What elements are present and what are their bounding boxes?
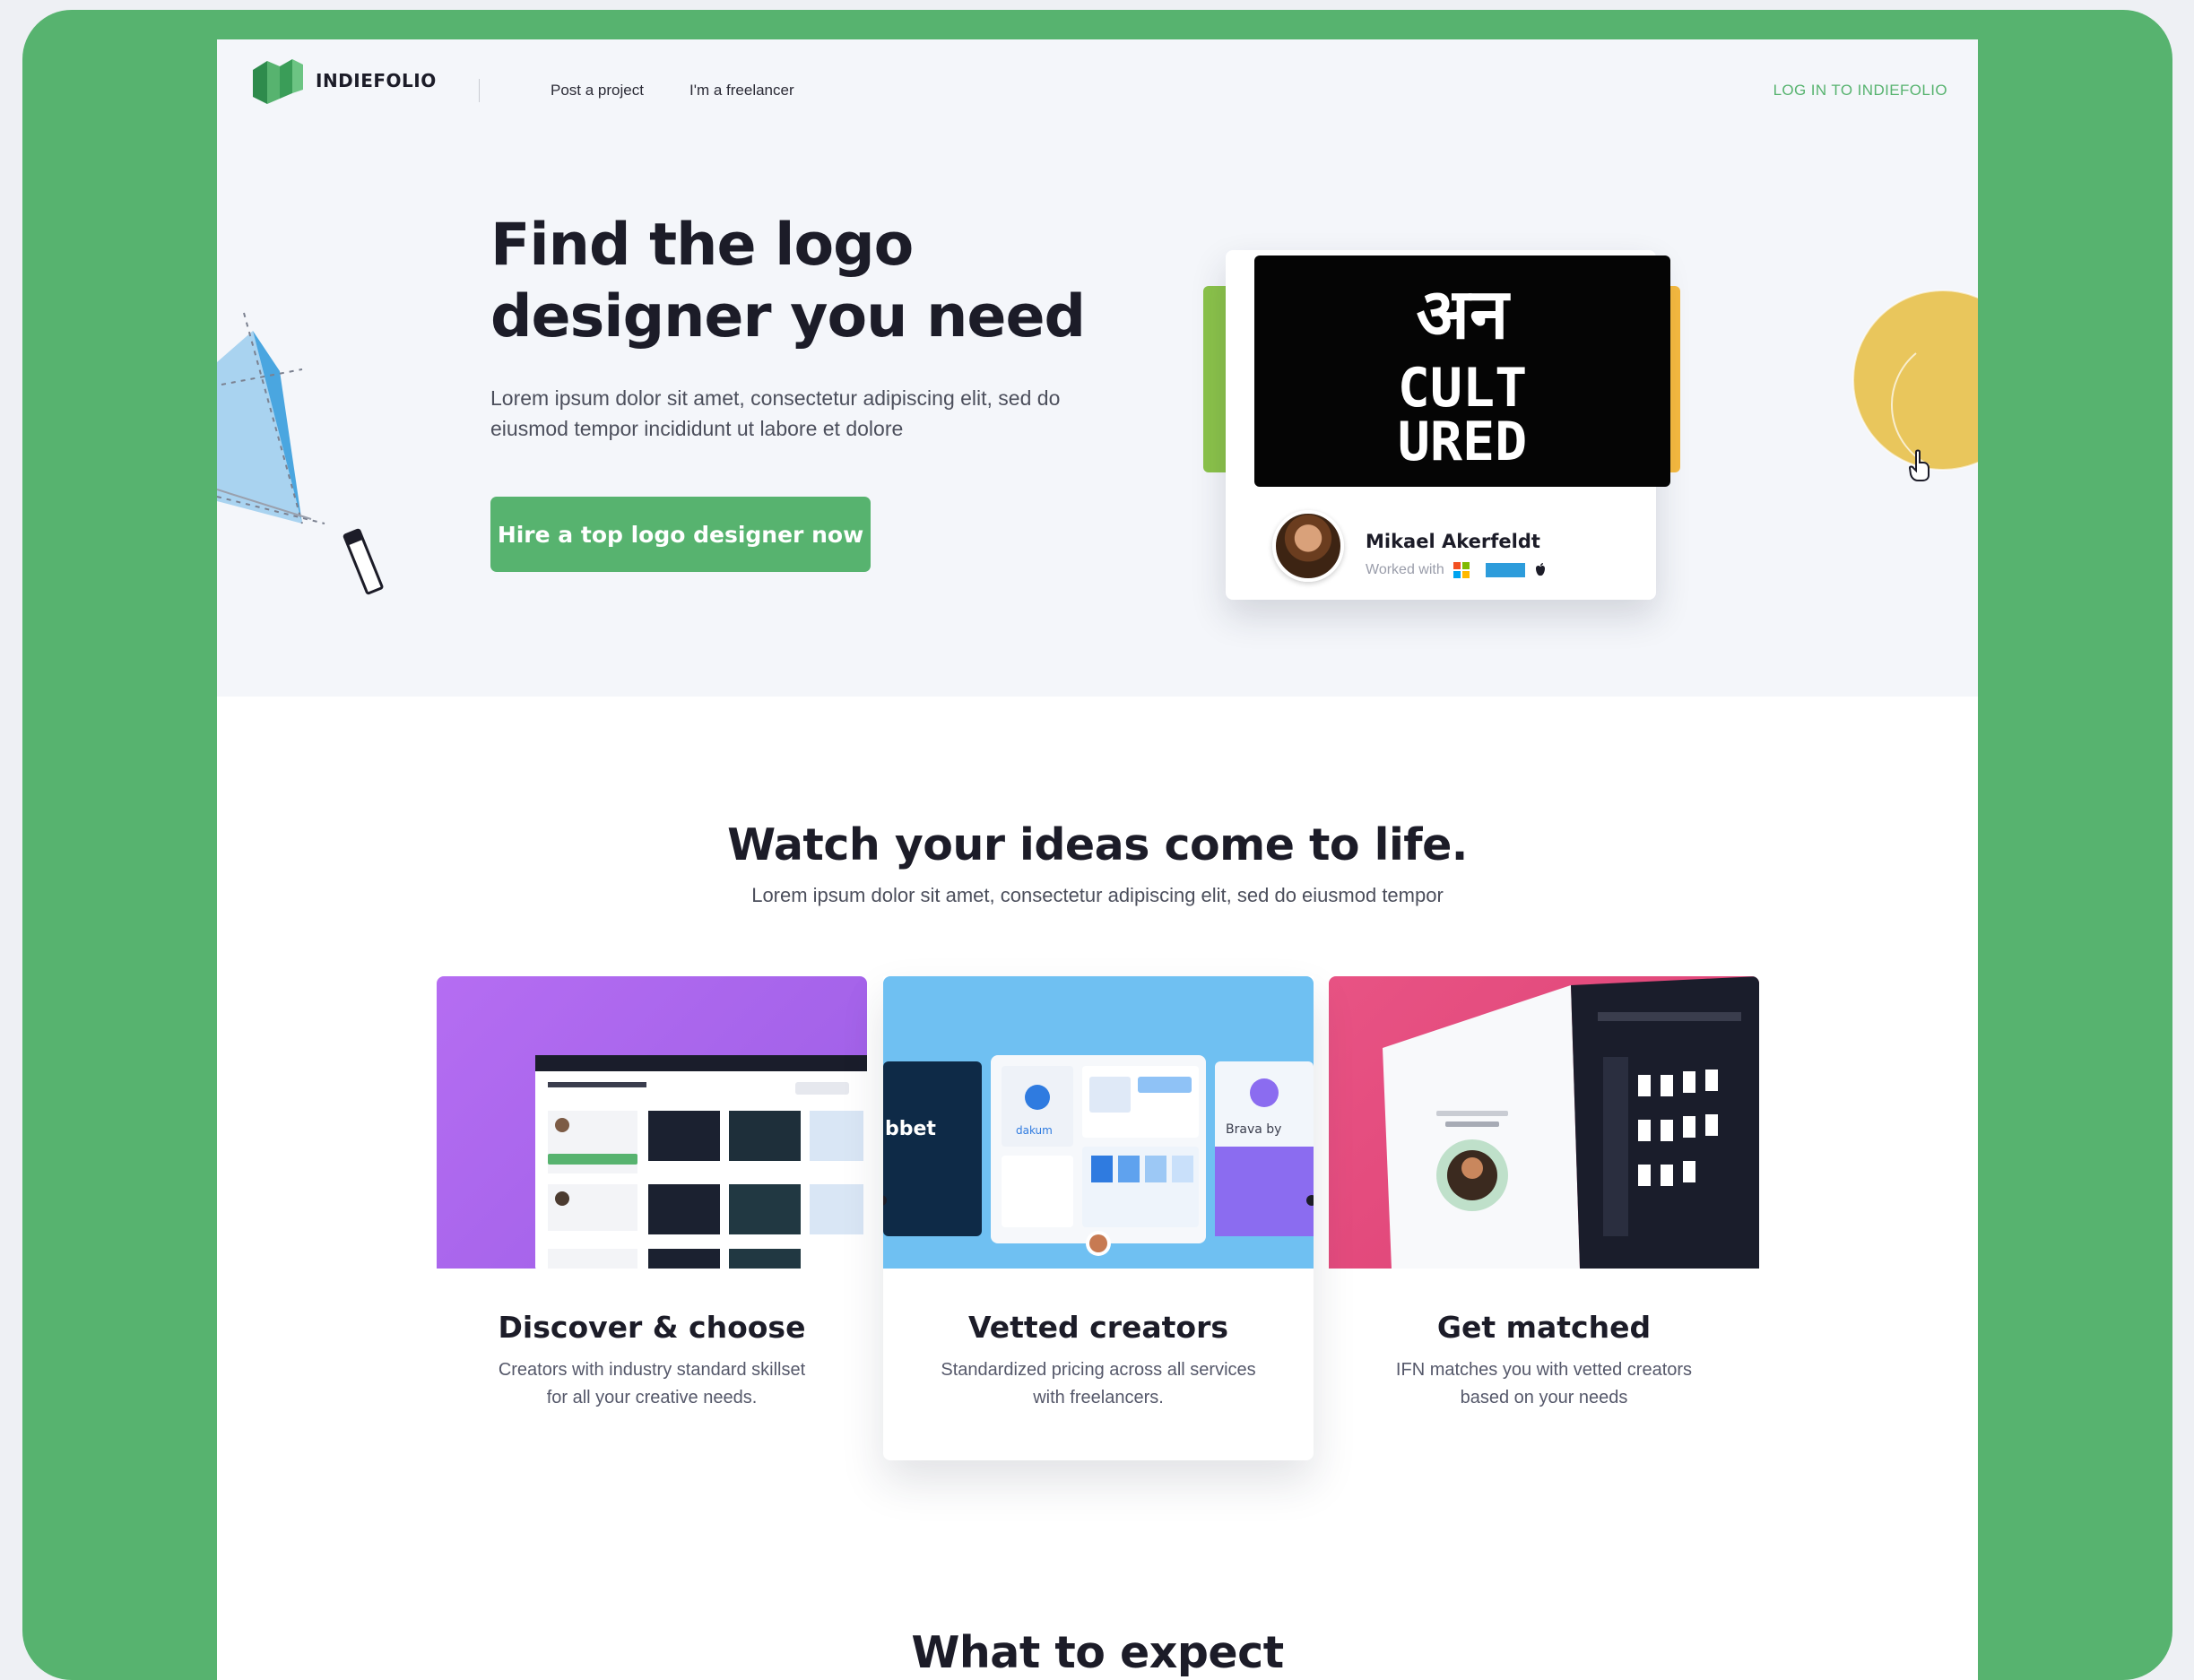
logo-artwork: अन CULT URED — [1254, 255, 1670, 487]
feature-desc-matched: IFN matches you with vetted creators bas… — [1395, 1360, 1693, 1407]
nav-divider — [479, 79, 480, 102]
client-logo-icon — [1485, 563, 1525, 577]
feature-title-matched: Get matched — [1436, 1310, 1652, 1345]
landing-page: INDIEFOLIO Post a project I'm a freelanc… — [217, 39, 1978, 1680]
hero-title-line-1: Find the logo — [490, 212, 914, 279]
hero-subtitle: Lorem ipsum dolor sit amet, consectetur … — [490, 386, 1061, 440]
feature-image-discover — [437, 976, 867, 1269]
brand-name: INDIEFOLIO — [316, 70, 437, 91]
worked-with-row: Worked with — [1366, 562, 1547, 578]
artwork-devanagari-text: अन — [1417, 274, 1512, 355]
feature-title-vetted: Vetted creators — [967, 1310, 1228, 1345]
nav-link-post-project[interactable]: Post a project — [551, 82, 644, 100]
feature-image-vetted: bbet dakum Brava by — [883, 976, 1314, 1269]
matching-app-illustration — [1383, 976, 1759, 1269]
top-nav: INDIEFOLIO Post a project I'm a freelanc… — [217, 39, 1978, 120]
what-to-expect-title: What to expect — [911, 1627, 1284, 1678]
golden-circle-illustration — [1852, 290, 1978, 481]
apple-icon — [1535, 563, 1545, 576]
artwork-ured-text: URED — [1398, 411, 1528, 473]
feature-card-matched[interactable]: Get matched IFN matches you with vetted … — [1329, 976, 1759, 1460]
feature-desc-vetted: Standardized pricing across all services… — [941, 1360, 1256, 1407]
portfolio-carousel-illustration: bbet dakum Brava by — [883, 1055, 1314, 1256]
nav-link-freelancer[interactable]: I'm a freelancer — [689, 82, 794, 100]
feature-title-discover: Discover & choose — [498, 1310, 806, 1345]
outer-green-frame: INDIEFOLIO Post a project I'm a freelanc… — [22, 10, 2172, 1680]
worked-with-label: Worked with — [1366, 562, 1444, 577]
feature-card-vetted[interactable]: bbet dakum Brava by Vetted creators Stan… — [883, 976, 1314, 1460]
designer-name[interactable]: Mikael Akerfeldt — [1366, 531, 1540, 552]
hero-title-line-2: designer you need — [490, 283, 1086, 351]
pencil-drawing-illustration — [217, 312, 384, 595]
windows-icon — [1453, 562, 1470, 578]
mock-brand-brava: Brava by — [1226, 1122, 1281, 1137]
dashboard-mockup-illustration — [535, 1055, 867, 1269]
ideas-section-title: Watch your ideas come to life. — [727, 819, 1468, 870]
designer-card[interactable]: अन CULT URED Mikael Akerfeldt Worked wit… — [1226, 250, 1670, 600]
designer-avatar[interactable] — [1272, 510, 1344, 582]
mock-brand-bet: bbet — [885, 1118, 936, 1140]
feature-cards: Discover & choose Creators with industry… — [437, 976, 1759, 1460]
hero-section: INDIEFOLIO Post a project I'm a freelanc… — [217, 39, 1978, 697]
mock-brand-dakum: dakum — [1016, 1124, 1053, 1137]
brand-logo[interactable]: INDIEFOLIO — [253, 57, 437, 104]
hero-title: Find the logo designer you need — [490, 210, 1118, 353]
login-link[interactable]: LOG IN TO INDIEFOLIO — [1773, 82, 1947, 100]
feature-desc-discover: Creators with industry standard skillset… — [498, 1360, 806, 1407]
hire-designer-button[interactable]: Hire a top logo designer now — [490, 497, 871, 572]
designer-showcase-card[interactable]: अन CULT URED Mikael Akerfeldt Worked wit… — [1203, 250, 1705, 600]
feature-card-discover[interactable]: Discover & choose Creators with industry… — [437, 976, 867, 1460]
ideas-section-subtitle: Lorem ipsum dolor sit amet, consectetur … — [751, 884, 1444, 906]
indiefolio-logo-icon — [253, 59, 303, 104]
feature-image-matched — [1329, 976, 1759, 1269]
